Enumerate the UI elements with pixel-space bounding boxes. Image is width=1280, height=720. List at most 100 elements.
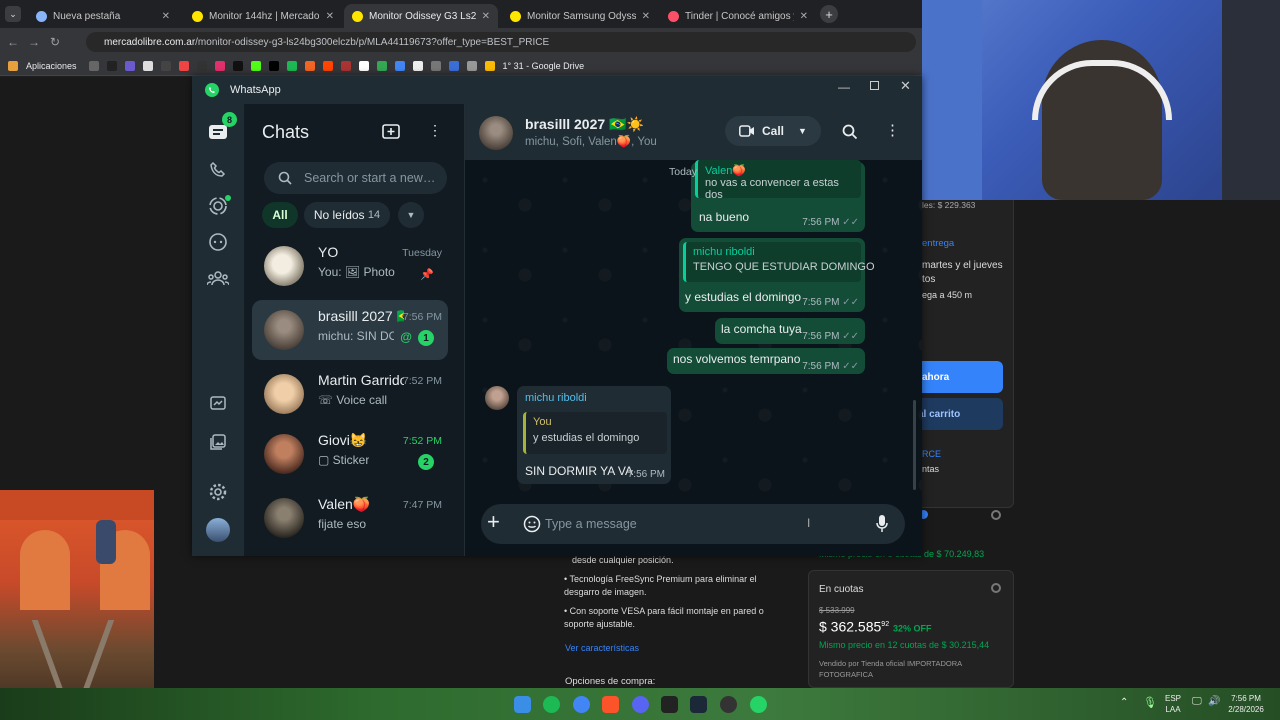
maximize-icon[interactable] xyxy=(870,81,879,90)
bookmark-icon[interactable] xyxy=(412,60,423,71)
brave-icon[interactable] xyxy=(602,696,619,713)
bookmark-icon[interactable] xyxy=(466,60,477,71)
drive-icon[interactable] xyxy=(484,60,495,71)
x-icon[interactable] xyxy=(268,60,279,71)
close-tab-icon[interactable]: ✕ xyxy=(482,11,490,22)
new-chat-icon[interactable] xyxy=(382,124,400,140)
message-outgoing[interactable]: Valen🍑 no vas a convencer a estas dos na… xyxy=(691,160,865,232)
message-outgoing[interactable]: nos volvemos temrpano 7:56 PM ✓✓ xyxy=(667,348,865,374)
bookmark-apps[interactable]: Aplicaciones xyxy=(26,61,77,71)
filter-unread-chip[interactable]: No leídos 14 xyxy=(304,202,390,228)
obs-icon[interactable] xyxy=(720,696,737,713)
drive-icon[interactable] xyxy=(394,60,405,71)
communities-nav-icon[interactable] xyxy=(206,266,230,290)
filter-all-chip[interactable]: All xyxy=(262,202,298,228)
bookmark-icon[interactable] xyxy=(106,60,117,71)
bookmark-icon[interactable] xyxy=(88,60,99,71)
microphone-icon[interactable] xyxy=(875,514,889,534)
quoted-message[interactable]: michu riboldi TENGO QUE ESTUDIAR DOMINGO xyxy=(683,242,875,282)
back-icon[interactable]: ← xyxy=(5,34,21,50)
calls-nav-icon[interactable] xyxy=(206,158,230,182)
call-button[interactable]: Call ▼ xyxy=(725,116,821,146)
bookmark-icon[interactable] xyxy=(430,60,441,71)
close-tab-icon[interactable]: ✕ xyxy=(162,11,170,22)
browser-tab[interactable]: Monitor Samsung Odyssey G3 ✕ xyxy=(502,4,658,28)
filter-more-icon[interactable]: ▼ xyxy=(398,202,424,228)
radio-option[interactable] xyxy=(991,510,1001,520)
bookmark-drive[interactable]: 1° 31 - Google Drive xyxy=(503,61,585,71)
media-gallery-icon[interactable] xyxy=(206,430,230,454)
whatsapp-taskbar-icon[interactable] xyxy=(750,696,767,713)
message-outgoing[interactable]: michu riboldi TENGO QUE ESTUDIAR DOMINGO… xyxy=(679,238,875,312)
bookmark-icon[interactable] xyxy=(142,60,153,71)
message-input[interactable]: Type a message xyxy=(545,517,637,531)
search-icon[interactable] xyxy=(842,124,858,140)
volume-icon[interactable]: 🔊 xyxy=(1208,696,1220,707)
url-field[interactable]: mercadolibre.com.ar/monitor-odissey-g3-l… xyxy=(86,32,916,52)
language-indicator[interactable]: ESP LAA xyxy=(1165,693,1181,715)
chat-list-item[interactable]: YO Tuesday You: 🖼 Photo 📌 xyxy=(252,236,448,296)
chrome-icon[interactable] xyxy=(573,696,590,713)
browser-tab-active[interactable]: Monitor Odissey G3 Ls24bg300 ✕ xyxy=(344,4,498,28)
close-window-icon[interactable]: ✕ xyxy=(900,78,911,94)
reload-icon[interactable]: ↻ xyxy=(47,34,63,50)
tiktok-icon[interactable] xyxy=(232,60,243,71)
spotify-icon[interactable] xyxy=(543,696,560,713)
chat-list-menu-icon[interactable]: ⋮ xyxy=(428,123,442,137)
chat-list-item-selected[interactable]: brasilll 2027 🇧🇷☀️ 7:56 PM michu: SIN DO… xyxy=(252,300,448,360)
bookmark-icon[interactable] xyxy=(448,60,459,71)
epic-games-icon[interactable] xyxy=(661,696,678,713)
channels-nav-icon[interactable] xyxy=(206,230,230,254)
scrollbar[interactable] xyxy=(913,400,916,490)
quoted-message[interactable]: Valen🍑 no vas a convencer a estas dos xyxy=(695,160,861,201)
browser-tab[interactable]: Tinder | Conocé amigos y gente ✕ xyxy=(660,4,816,28)
kick-icon[interactable] xyxy=(250,60,261,71)
chats-nav-icon[interactable]: 8 xyxy=(206,112,237,144)
bookmark-icon[interactable] xyxy=(196,60,207,71)
attach-plus-icon[interactable]: + xyxy=(487,511,500,533)
profile-avatar[interactable] xyxy=(206,518,230,542)
ai-assistant-icon[interactable] xyxy=(206,392,230,416)
status-nav-icon[interactable] xyxy=(206,194,231,218)
forward-icon[interactable]: → xyxy=(26,34,42,50)
close-tab-icon[interactable]: ✕ xyxy=(800,11,808,22)
microphone-tray-icon[interactable]: 🎙 xyxy=(1143,696,1157,709)
bookmark-icon[interactable] xyxy=(304,60,315,71)
apps-grid-icon[interactable] xyxy=(8,60,18,71)
chat-list-item[interactable]: Martin Garrido 7:52 PM ☏ Voice call xyxy=(252,364,448,424)
clock[interactable]: 7:56 PM 2/28/2026 xyxy=(1226,693,1266,715)
chat-list-item[interactable]: Valen🍑 7:47 PM fijate eso xyxy=(252,488,448,548)
tray-chevron-icon[interactable]: ⌃ xyxy=(1120,697,1128,708)
add-to-cart-button[interactable]: al carrito xyxy=(908,398,1003,430)
minimize-icon[interactable]: — xyxy=(838,80,850,94)
steam-icon[interactable] xyxy=(690,696,707,713)
close-tab-icon[interactable]: ✕ xyxy=(326,11,334,22)
tab-search-button[interactable]: ⌄ xyxy=(5,6,21,22)
instagram-icon[interactable] xyxy=(214,60,225,71)
conversation-menu-icon[interactable]: ⋮ xyxy=(885,123,900,138)
network-icon[interactable]: 🖵 xyxy=(1192,696,1202,707)
emoji-sticker-icon[interactable] xyxy=(523,515,541,533)
browser-tab[interactable]: Monitor 144hz | MercadoLibre 📦 ✕ xyxy=(184,4,342,28)
message-outgoing[interactable]: la comcha tuya 7:56 PM ✓✓ xyxy=(715,318,865,344)
reddit-icon[interactable] xyxy=(322,60,333,71)
close-tab-icon[interactable]: ✕ xyxy=(642,11,650,22)
quoted-message[interactable]: You y estudias el domingo xyxy=(523,412,667,454)
bookmark-icon[interactable] xyxy=(340,60,351,71)
start-windows-icon[interactable] xyxy=(514,696,531,713)
bookmark-icon[interactable] xyxy=(160,60,171,71)
google-icon[interactable] xyxy=(376,60,387,71)
sender-avatar[interactable] xyxy=(485,386,509,410)
bookmark-icon[interactable] xyxy=(124,60,135,71)
conversation-header[interactable]: brasilll 2027 🇧🇷☀️ michu, Sofi, Valen🍑, … xyxy=(465,104,922,160)
search-input[interactable]: Search or start a new chat xyxy=(264,162,447,194)
spotify-icon[interactable] xyxy=(286,60,297,71)
group-avatar[interactable] xyxy=(479,116,513,150)
message-area[interactable]: Valen🍑 no vas a convencer a estas dos na… xyxy=(465,160,922,496)
bookmark-icon[interactable] xyxy=(358,60,369,71)
bookmark-icon[interactable] xyxy=(178,60,189,71)
buy-now-button[interactable]: ahora xyxy=(908,361,1003,393)
new-tab-button[interactable]: + xyxy=(820,5,838,23)
chat-list-item[interactable]: Giovi😸 7:52 PM ▢ Sticker 2 xyxy=(252,424,448,484)
browser-tab[interactable]: Nueva pestaña ✕ xyxy=(28,4,178,28)
